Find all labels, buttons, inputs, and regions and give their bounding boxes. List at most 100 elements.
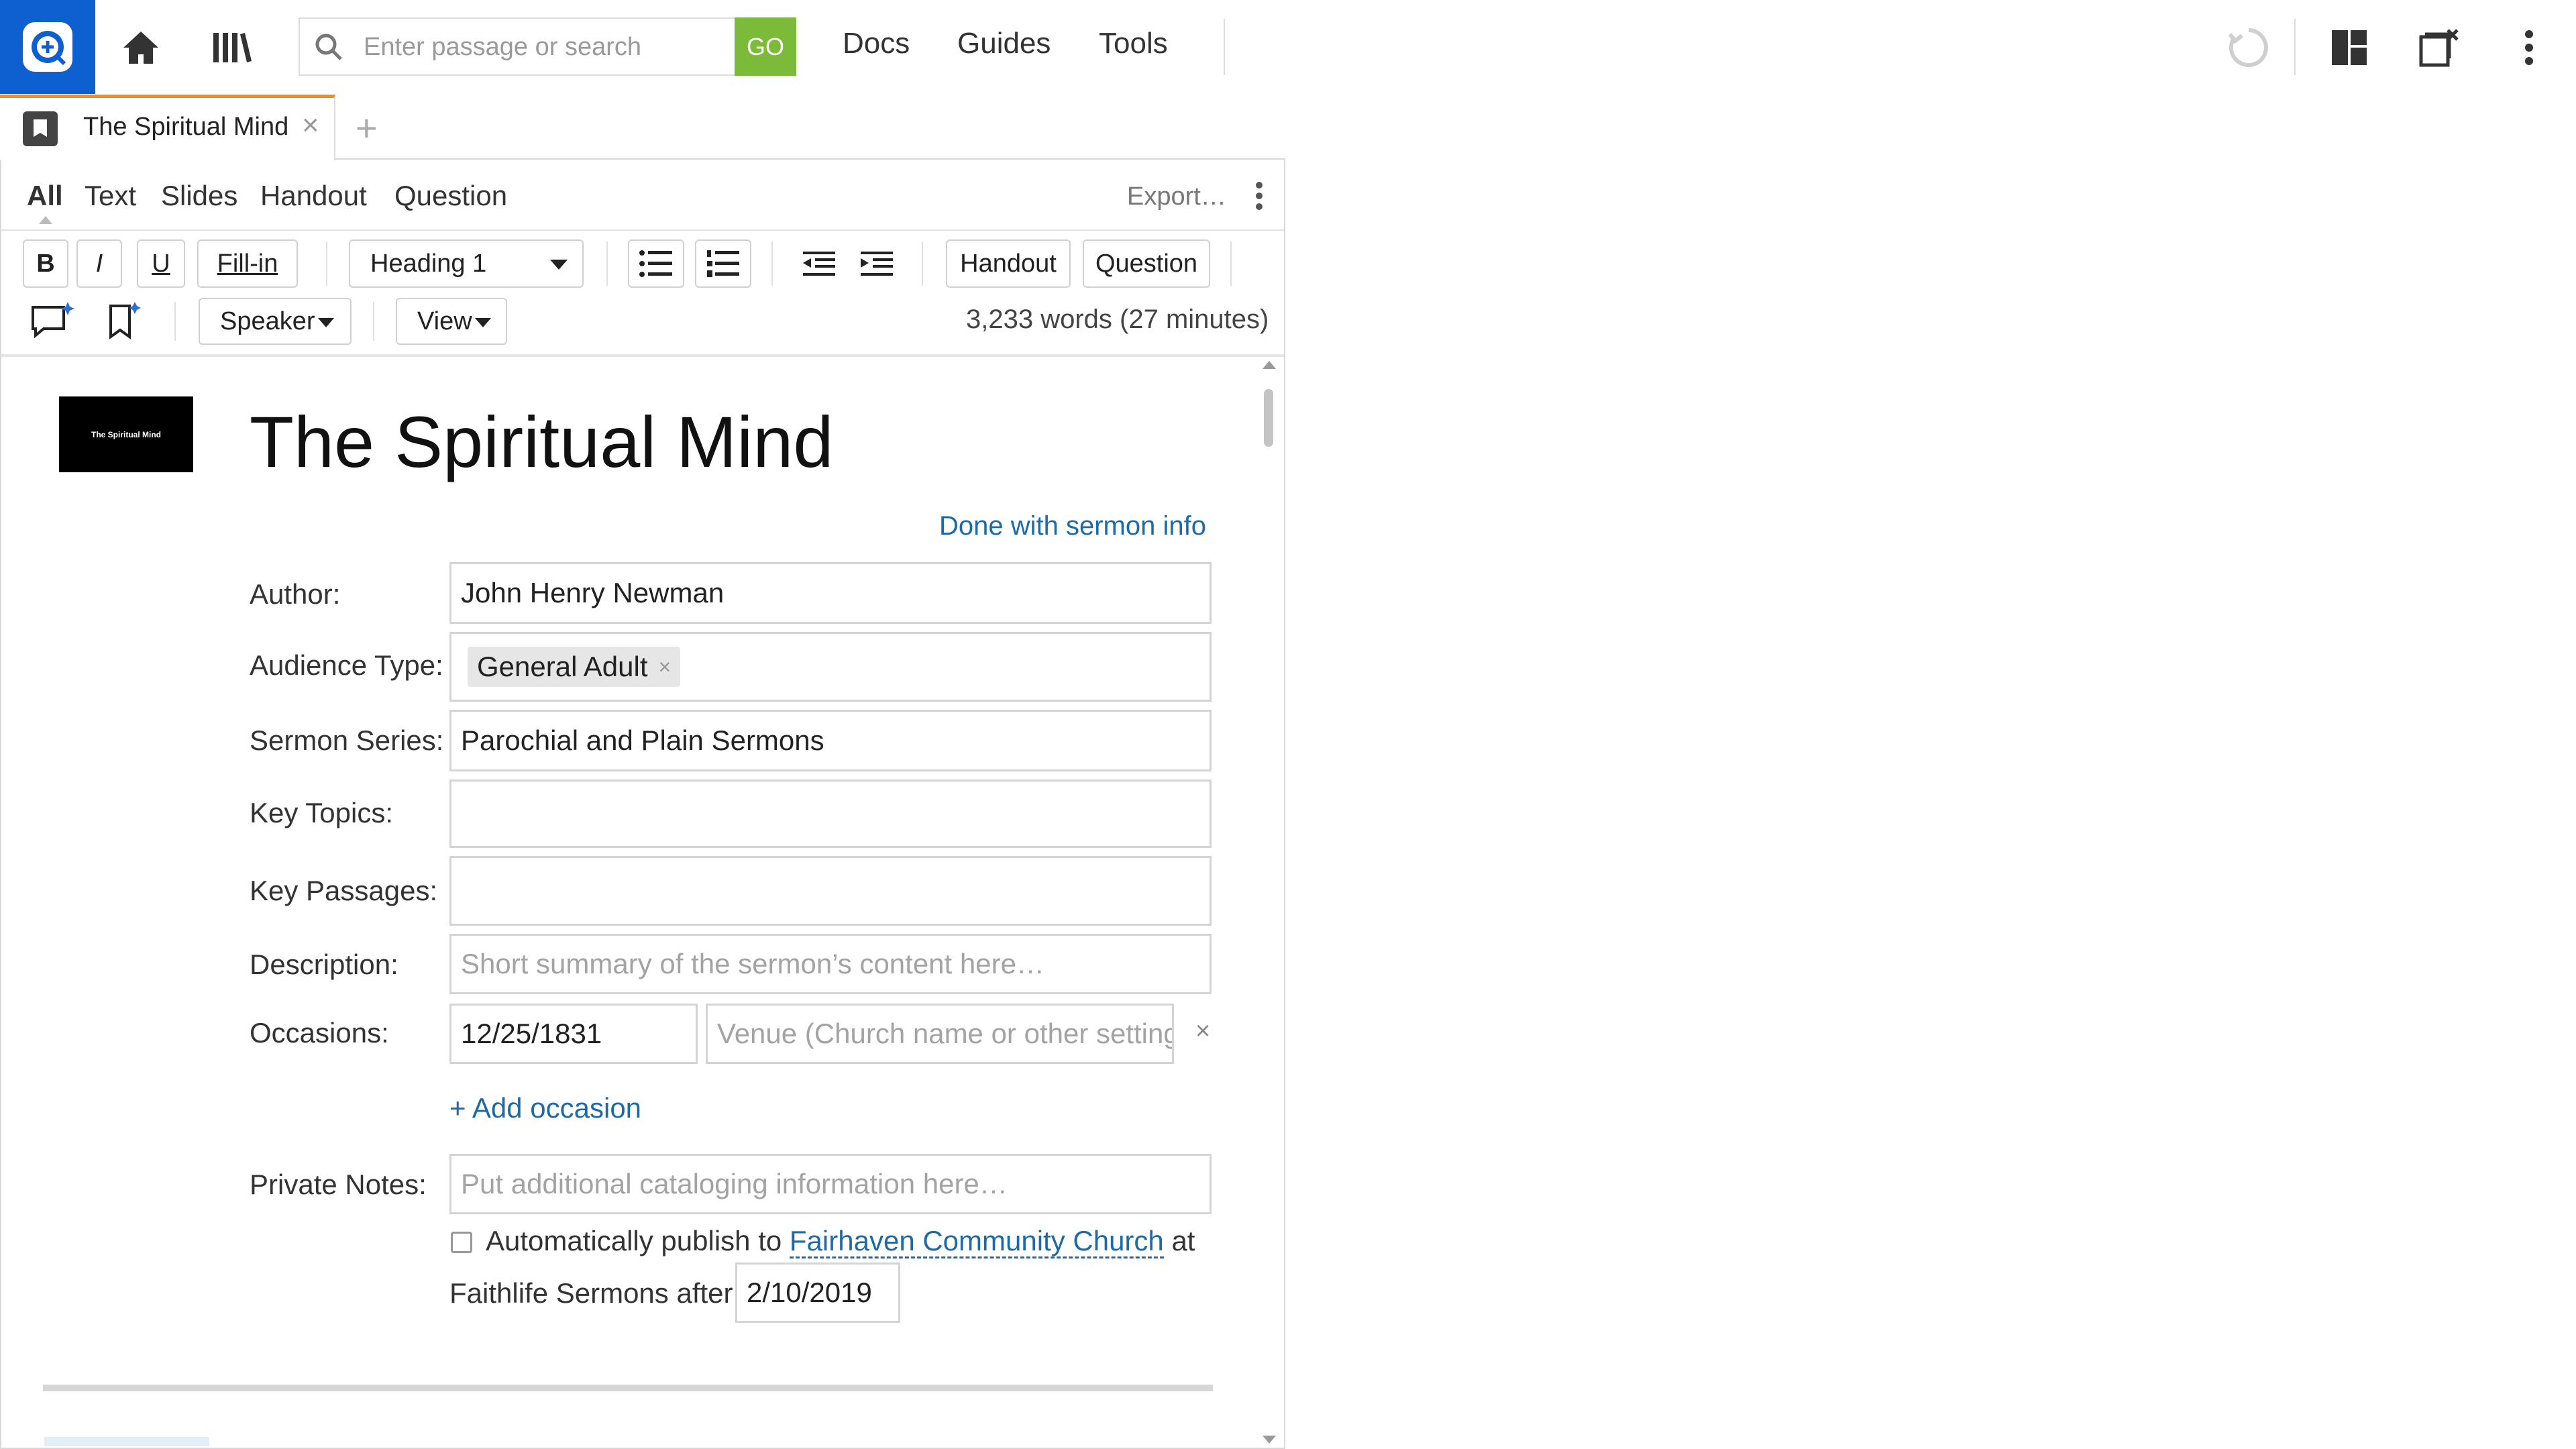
view-dropdown[interactable]: View	[396, 298, 507, 345]
remove-tag-icon[interactable]: ×	[659, 655, 672, 680]
layout-icon[interactable]	[2325, 24, 2373, 71]
description-placeholder: Short summary of the sermon’s content he…	[461, 948, 1044, 979]
section-divider	[43, 1385, 1213, 1391]
divider	[771, 241, 773, 286]
chevron-down-icon	[475, 318, 491, 327]
divider	[1, 229, 1284, 231]
key-passages-field[interactable]	[449, 856, 1212, 926]
auto-publish-checkbox[interactable]	[451, 1232, 472, 1253]
author-label: Author:	[250, 578, 341, 610]
key-topics-label: Key Topics:	[250, 797, 393, 828]
italic-button[interactable]: I	[76, 239, 122, 288]
author-field[interactable]: John Henry Newman	[449, 562, 1212, 624]
go-button[interactable]: GO	[735, 17, 796, 76]
mode-tab-handout[interactable]: Handout	[260, 180, 367, 212]
style-dropdown[interactable]: Heading 1	[349, 239, 584, 288]
bold-button[interactable]: B	[23, 239, 68, 288]
divider	[2294, 19, 2296, 75]
add-tab-icon[interactable]: +	[356, 106, 378, 150]
audience-tag: General Adult ×	[468, 647, 681, 687]
publish-prefix: Automatically publish to	[486, 1225, 782, 1256]
sermon-doc-icon	[23, 111, 58, 146]
sermon-title[interactable]: The Spiritual Mind	[250, 400, 833, 484]
numbered-list-icon	[707, 250, 739, 277]
question-button[interactable]: Question	[1083, 239, 1210, 288]
panel-menu-icon[interactable]	[1249, 178, 1269, 213]
library-icon[interactable]	[205, 24, 258, 71]
audience-type-label: Audience Type:	[250, 649, 443, 681]
audience-type-field[interactable]: General Adult ×	[449, 632, 1212, 702]
divider	[373, 302, 374, 341]
add-bookmark-icon[interactable]	[101, 299, 148, 342]
mode-tab-slides[interactable]: Slides	[161, 180, 237, 212]
close-panels-icon[interactable]	[2415, 24, 2463, 71]
tab-close-icon[interactable]: ×	[302, 109, 319, 142]
occasion-date-field[interactable]: 12/25/1831	[449, 1004, 698, 1064]
divider	[1224, 19, 1225, 75]
occasions-label: Occasions:	[250, 1017, 389, 1049]
occasion-venue-field[interactable]: Venue (Church name or other setting)	[706, 1004, 1174, 1064]
handout-button[interactable]: Handout	[946, 239, 1071, 288]
remove-occasion-icon[interactable]: ×	[1195, 1017, 1210, 1046]
audience-tag-label: General Adult	[477, 651, 648, 682]
more-menu-icon[interactable]	[2509, 24, 2549, 71]
bullet-list-icon	[639, 250, 672, 277]
bullet-list-button[interactable]	[628, 239, 684, 288]
mode-tab-question[interactable]: Question	[394, 180, 507, 212]
nav-tools[interactable]: Tools	[1099, 27, 1168, 60]
publish-at: at	[1171, 1225, 1195, 1256]
word-count: 3,233 words (27 minutes)	[966, 305, 1269, 334]
nav-docs[interactable]: Docs	[843, 27, 910, 60]
tabstrip-border	[335, 158, 1285, 160]
key-topics-field[interactable]	[449, 780, 1212, 848]
tab-title: The Spiritual Mind	[83, 113, 289, 141]
scroll-up-icon[interactable]	[1263, 361, 1276, 369]
scrollbar[interactable]	[1261, 361, 1276, 1444]
toolbar-shadow	[1, 354, 1284, 357]
speaker-dropdown[interactable]: Speaker	[199, 298, 352, 345]
scrollbar-thumb[interactable]	[1264, 389, 1273, 447]
divider	[174, 302, 176, 341]
view-label: View	[417, 307, 472, 335]
key-passages-label: Key Passages:	[250, 875, 438, 906]
nav-guides[interactable]: Guides	[957, 27, 1051, 60]
numbered-list-button[interactable]	[695, 239, 751, 288]
style-dropdown-value: Heading 1	[370, 249, 487, 278]
publish-date-field[interactable]: 2/10/2019	[735, 1263, 900, 1323]
divider	[1230, 241, 1232, 286]
app-logo-icon[interactable]	[0, 0, 95, 94]
add-comment-icon[interactable]	[27, 299, 78, 342]
church-link[interactable]: Fairhaven Community Church	[789, 1225, 1164, 1258]
done-sermon-info-link[interactable]: Done with sermon info	[939, 511, 1206, 541]
venue-placeholder: Venue (Church name or other setting)	[717, 1018, 1174, 1049]
speaker-label: Speaker	[220, 307, 315, 335]
scroll-down-icon[interactable]	[1263, 1436, 1276, 1444]
publish-line2: Faithlife Sermons after	[449, 1277, 733, 1309]
content-edge	[44, 1437, 209, 1446]
sermon-thumbnail[interactable]: The Spiritual Mind	[59, 396, 193, 472]
sync-icon[interactable]	[2224, 24, 2273, 71]
home-icon[interactable]	[114, 24, 168, 71]
add-occasion-link[interactable]: + Add occasion	[449, 1092, 641, 1124]
divider	[922, 241, 923, 286]
sermon-series-field[interactable]: Parochial and Plain Sermons	[449, 710, 1212, 771]
fill-in-button[interactable]: Fill-in	[197, 239, 298, 288]
mode-tab-text[interactable]: Text	[85, 180, 136, 212]
private-notes-label: Private Notes:	[250, 1169, 427, 1200]
mode-tab-all[interactable]: All	[27, 180, 63, 212]
auto-publish-text: Automatically publish to Fairhaven Commu…	[486, 1225, 1195, 1258]
thumbnail-text: The Spiritual Mind	[91, 429, 161, 439]
export-button[interactable]: Export…	[1127, 182, 1226, 211]
sermon-series-label: Sermon Series:	[250, 724, 444, 756]
active-mode-indicator	[39, 216, 52, 224]
divider	[606, 241, 608, 286]
underline-button[interactable]: U	[137, 239, 185, 288]
outdent-icon[interactable]	[796, 244, 843, 284]
indent-icon[interactable]	[853, 244, 900, 284]
chevron-down-icon	[318, 318, 334, 327]
search-input[interactable]	[362, 19, 733, 75]
notes-placeholder: Put additional cataloging information he…	[461, 1168, 1008, 1199]
private-notes-field[interactable]: Put additional cataloging information he…	[449, 1154, 1212, 1214]
description-field[interactable]: Short summary of the sermon’s content he…	[449, 934, 1212, 994]
search-icon	[305, 27, 352, 67]
